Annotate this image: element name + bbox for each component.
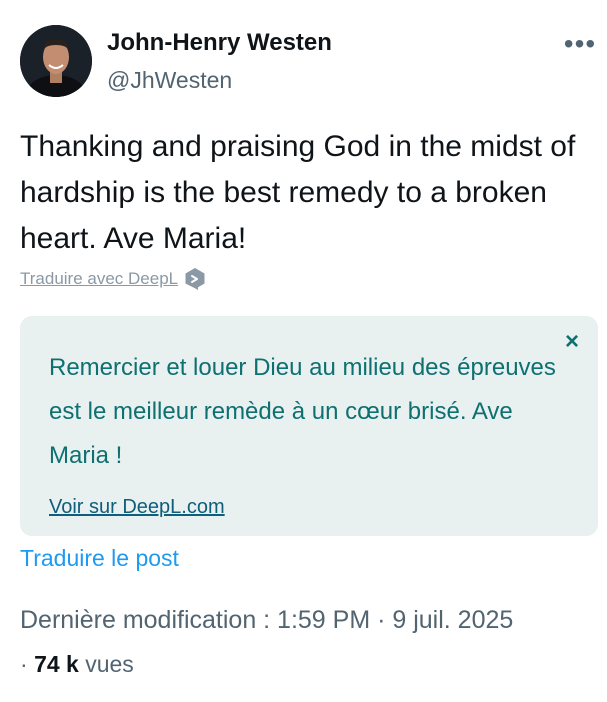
author-name[interactable]: John-Henry Westen bbox=[107, 29, 332, 57]
avatar[interactable] bbox=[20, 25, 92, 97]
last-modified-timestamp[interactable]: Dernière modification : 1:59 PM · 9 juil… bbox=[20, 606, 513, 635]
views-line: · 74 k vues bbox=[20, 651, 134, 678]
close-icon: × bbox=[564, 328, 579, 355]
translate-with-deepl-link[interactable]: Traduire avec DeepL bbox=[20, 267, 206, 291]
view-on-deepl-link[interactable]: Voir sur DeepL.com bbox=[49, 496, 225, 519]
author-handle[interactable]: @JhWesten bbox=[107, 67, 232, 94]
close-translation-button[interactable]: × bbox=[560, 330, 584, 354]
post-text: Thanking and praising God in the midst o… bbox=[20, 130, 576, 255]
translation-text: Remercier et louer Dieu au milieu des ép… bbox=[49, 354, 556, 469]
translation-box: × Remercier et louer Dieu au milieu des … bbox=[20, 316, 598, 536]
translate-with-deepl-label: Traduire avec DeepL bbox=[20, 269, 179, 288]
avatar-photo bbox=[20, 25, 92, 97]
more-horizontal-icon: ••• bbox=[563, 28, 597, 59]
translate-post-link[interactable]: Traduire le post bbox=[20, 545, 179, 572]
deepl-icon bbox=[185, 268, 205, 290]
more-options-button[interactable]: ••• bbox=[560, 28, 600, 60]
views-separator: · bbox=[20, 651, 28, 677]
views-label: vues bbox=[85, 651, 134, 677]
views-count: 74 k bbox=[34, 651, 79, 677]
